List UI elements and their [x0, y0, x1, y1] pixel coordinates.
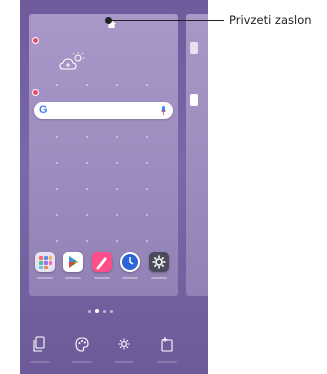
grid-dot	[56, 240, 58, 242]
phone-screen: G	[20, 0, 208, 374]
grid-dot	[86, 136, 88, 138]
app-label	[65, 277, 81, 279]
apps-folder-icon[interactable]	[35, 252, 55, 272]
grid-dot	[86, 240, 88, 242]
callout-label: Privzeti zaslon	[229, 13, 312, 27]
option-label	[72, 361, 92, 363]
page-dot	[88, 310, 91, 313]
grid-dot	[86, 84, 88, 86]
app-label	[37, 277, 53, 279]
grid-dot	[116, 162, 118, 164]
app-label	[94, 277, 110, 279]
grid-dot	[86, 188, 88, 190]
grid-dot	[56, 84, 58, 86]
grid-dot	[146, 188, 148, 190]
apps-folder-icon	[190, 42, 198, 54]
grid-dot	[116, 136, 118, 138]
grid-dot	[56, 214, 58, 216]
grid-dot	[116, 84, 118, 86]
weather-cloud-sun-icon	[59, 52, 85, 70]
play-store-icon[interactable]	[63, 252, 83, 272]
home-screen-panel[interactable]: G	[29, 14, 178, 296]
grid-dot	[146, 240, 148, 242]
mic-icon[interactable]	[161, 106, 166, 115]
option-label	[157, 361, 177, 363]
next-home-screen-panel[interactable]	[186, 14, 208, 296]
notes-icon[interactable]	[92, 252, 112, 272]
grid-dot	[86, 162, 88, 164]
theme-icon[interactable]	[75, 336, 89, 352]
page-dot	[103, 310, 106, 313]
callout-line	[108, 20, 224, 21]
option-label	[30, 361, 50, 363]
page-dot	[110, 310, 113, 313]
remove-widget-badge[interactable]	[32, 89, 39, 96]
grid-dot	[56, 162, 58, 164]
google-search-bar[interactable]: G	[34, 102, 173, 119]
app-label	[151, 277, 167, 279]
grid-dot	[116, 214, 118, 216]
widgets-icon[interactable]	[160, 336, 174, 352]
grid-dot	[146, 162, 148, 164]
settings-icon[interactable]	[117, 336, 131, 352]
page-indicator	[84, 309, 124, 315]
wallpaper-icon[interactable]	[33, 336, 47, 352]
grid-dot	[116, 240, 118, 242]
grid-dot	[86, 214, 88, 216]
app-label	[122, 277, 138, 279]
settings-icon[interactable]	[149, 252, 169, 272]
page-dot-active	[95, 309, 99, 313]
option-label	[114, 361, 134, 363]
google-logo: G	[39, 104, 48, 116]
app-icon	[190, 94, 198, 106]
grid-dot	[116, 188, 118, 190]
grid-dot	[146, 214, 148, 216]
grid-dot	[146, 136, 148, 138]
clock-icon[interactable]	[120, 252, 140, 272]
grid-dot	[56, 188, 58, 190]
grid-dot	[146, 84, 148, 86]
remove-widget-badge[interactable]	[32, 37, 39, 44]
grid-dot	[56, 136, 58, 138]
